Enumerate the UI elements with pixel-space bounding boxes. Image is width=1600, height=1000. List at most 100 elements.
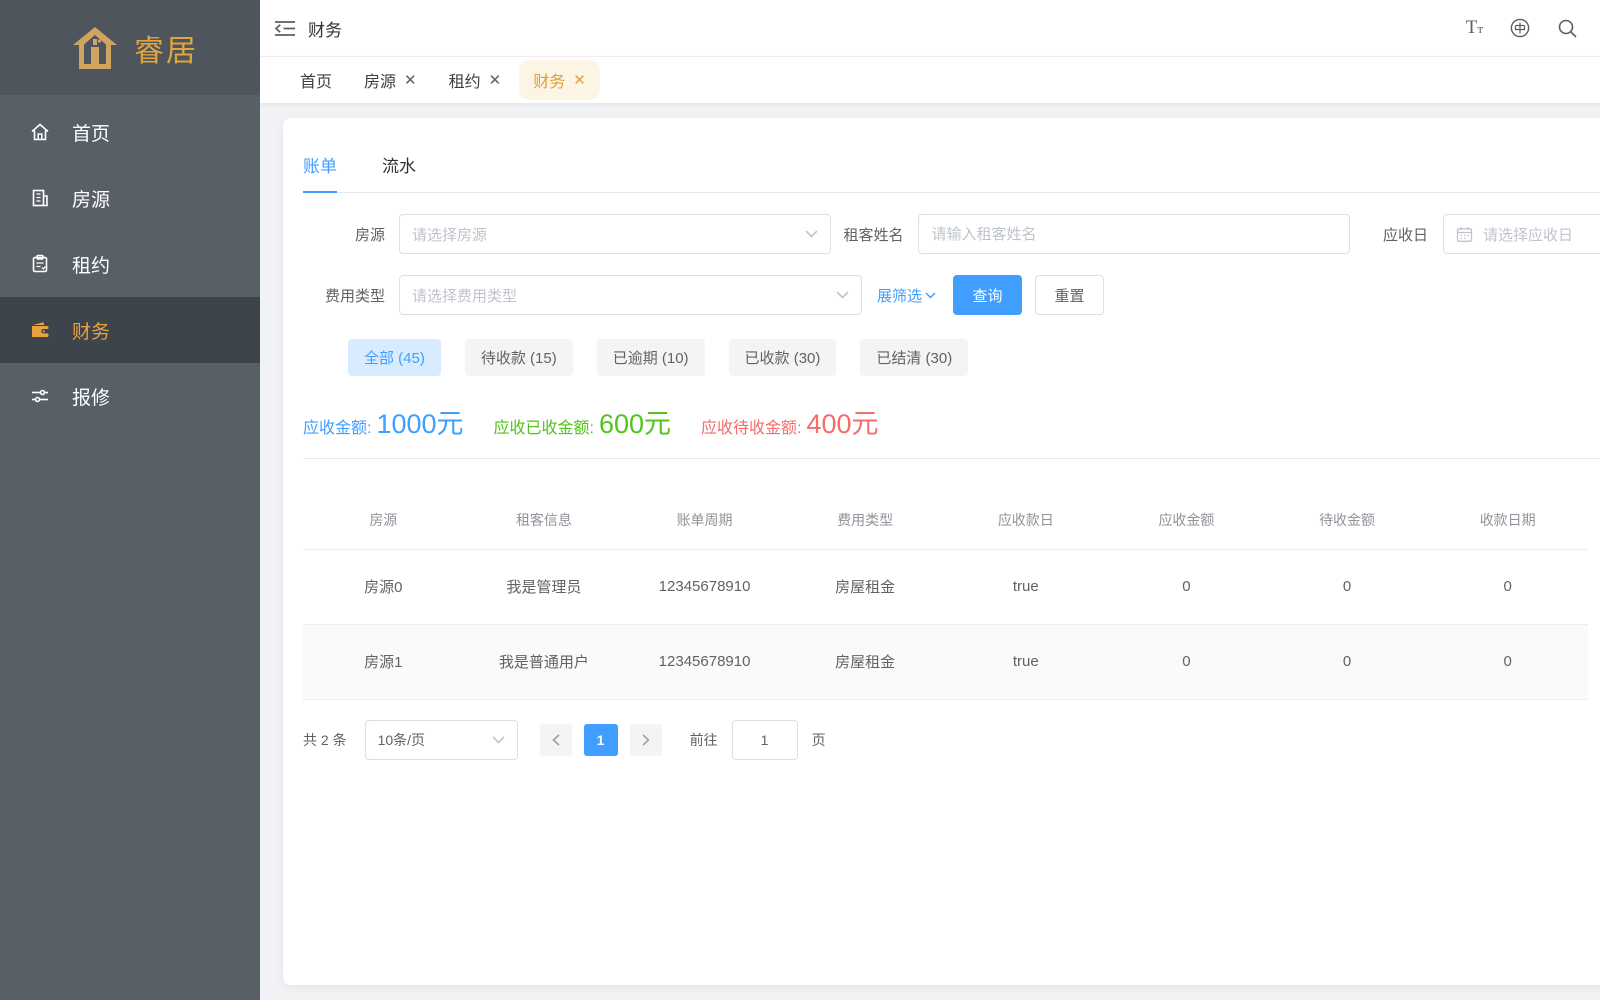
sidebar-item-leases[interactable]: 租约 (0, 231, 260, 297)
unreceived-total: 应收待收金额: 400元 (701, 402, 879, 441)
goto-page-input[interactable] (732, 720, 798, 760)
cell: 0 (1106, 624, 1267, 699)
chevron-down-icon (805, 230, 818, 238)
tab-finance[interactable]: 财务 ✕ (519, 60, 600, 100)
cell: 0 (1267, 624, 1428, 699)
close-icon[interactable]: ✕ (573, 73, 586, 88)
col-receipt-date: 收款日期 (1427, 491, 1588, 549)
sidebar-collapse-icon[interactable] (275, 20, 295, 37)
col-receivable-amount: 应收金额 (1106, 491, 1267, 549)
tab-label: 账单 (303, 157, 337, 176)
col-tenant-info: 租客信息 (464, 491, 625, 549)
prev-page-button[interactable] (540, 724, 572, 756)
expand-filters-link[interactable]: 展筛选 (877, 285, 936, 306)
table-row[interactable]: 房源1 我是普通用户 12345678910 房屋租金 true 0 0 0 (303, 624, 1588, 699)
pill-settled[interactable]: 已结清 (30) (860, 339, 968, 376)
chevron-down-icon (836, 291, 849, 299)
divider (303, 458, 1600, 459)
main-content-area: 账单 流水 房源 请选择房源 租客姓名 应收日 请选择应收日 (260, 105, 1600, 1000)
sidebar-item-home[interactable]: 首页 (0, 99, 260, 165)
next-page-button[interactable] (630, 724, 662, 756)
sidebar-item-repairs[interactable]: 报修 (0, 363, 260, 429)
cell: 房源1 (303, 624, 464, 699)
close-icon[interactable]: ✕ (404, 73, 417, 88)
tab-bills[interactable]: 账单 (303, 152, 337, 192)
pill-pending[interactable]: 待收款 (15) (465, 339, 573, 376)
goto-label: 前往 (690, 730, 718, 750)
summary-label: 应收已收金额: (494, 414, 594, 438)
summary-label: 应收待收金额: (701, 414, 801, 438)
col-property: 房源 (303, 491, 464, 549)
table-row[interactable]: 房源0 我是管理员 12345678910 房屋租金 true 0 0 0 (303, 549, 1588, 624)
sidebar-item-finance[interactable]: 财务 (0, 297, 260, 363)
sidebar-item-label: 报修 (72, 383, 110, 410)
date-placeholder: 请选择应收日 (1483, 224, 1573, 245)
search-button[interactable]: 查询 (953, 275, 1022, 315)
cell: 我是普通用户 (464, 624, 625, 699)
sidebar-item-label: 财务 (72, 317, 110, 344)
fee-type-select[interactable]: 请选择费用类型 (399, 275, 862, 315)
cell: 房屋租金 (785, 624, 946, 699)
building-icon (30, 188, 50, 208)
filter-row-1: 房源 请选择房源 租客姓名 应收日 请选择应收日 (303, 214, 1600, 254)
home-icon (30, 122, 50, 142)
due-date-picker[interactable]: 请选择应收日 (1443, 214, 1600, 254)
tab-label: 房源 (364, 68, 396, 92)
cell: 房源0 (303, 549, 464, 624)
tab-label: 财务 (533, 68, 565, 92)
cell: 12345678910 (624, 549, 785, 624)
tab-transactions[interactable]: 流水 (382, 152, 416, 192)
bills-table: 房源 租客信息 账单周期 费用类型 应收款日 应收金额 待收金额 收款日期 房源… (303, 491, 1588, 700)
sidebar-item-label: 首页 (72, 119, 110, 146)
received-total: 应收已收金额: 600元 (494, 402, 672, 441)
tab-leases[interactable]: 租约 ✕ (435, 60, 516, 100)
page-size-select[interactable]: 10条/页 (365, 720, 518, 760)
pill-received[interactable]: 已收款 (30) (729, 339, 837, 376)
pill-all[interactable]: 全部 (45) (348, 339, 441, 376)
sidebar-item-label: 租约 (72, 251, 110, 278)
due-date-filter-label: 应收日 (1383, 224, 1428, 245)
sidebar-menu: 首页 房源 租约 财务 (0, 95, 260, 429)
open-tabs-bar: 首页 房源 ✕ 租约 ✕ 财务 ✕ (260, 57, 1600, 104)
cell: true (946, 624, 1107, 699)
sidebar-item-label: 房源 (72, 185, 110, 212)
tab-label: 租约 (449, 68, 481, 92)
page-size-value: 10条/页 (378, 730, 425, 750)
fee-type-filter-label: 费用类型 (303, 285, 385, 306)
chevron-down-icon (925, 292, 936, 299)
filter-row-2: 费用类型 请选择费用类型 展筛选 查询 重置 (303, 275, 1600, 315)
wallet-icon (30, 320, 50, 340)
tab-label: 流水 (382, 157, 416, 176)
chevron-down-icon (492, 736, 505, 744)
sidebar-item-properties[interactable]: 房源 (0, 165, 260, 231)
property-select[interactable]: 请选择房源 (399, 214, 831, 254)
close-icon[interactable]: ✕ (489, 73, 502, 88)
repair-icon (30, 386, 50, 406)
property-filter-label: 房源 (303, 224, 385, 245)
sidebar: 睿居 首页 房源 租约 (0, 0, 260, 1000)
select-placeholder: 请选择费用类型 (412, 285, 517, 306)
brand-logo: 睿居 (0, 0, 260, 95)
amount-summary: 应收金额: 1000元 应收已收金额: 600元 应收待收金额: 400元 (303, 402, 1600, 441)
calendar-icon (1456, 226, 1473, 243)
search-icon[interactable] (1557, 18, 1578, 39)
chevron-left-icon (552, 734, 560, 746)
tab-home[interactable]: 首页 (286, 60, 346, 100)
cell: 0 (1106, 549, 1267, 624)
page-number-button[interactable]: 1 (584, 724, 618, 756)
house-logo-icon (70, 25, 120, 71)
col-fee-type: 费用类型 (785, 491, 946, 549)
reset-button[interactable]: 重置 (1035, 275, 1104, 315)
tenant-name-input[interactable] (931, 226, 1337, 243)
font-size-icon[interactable]: Tт (1466, 17, 1483, 39)
select-placeholder: 请选择房源 (412, 224, 487, 245)
pagination: 共 2 条 10条/页 1 前往 页 (303, 720, 1600, 760)
cell: 12345678910 (624, 624, 785, 699)
cell: 0 (1267, 549, 1428, 624)
pill-overdue[interactable]: 已逾期 (10) (597, 339, 705, 376)
brand-name: 睿居 (134, 26, 198, 70)
language-icon[interactable] (1509, 17, 1531, 39)
tab-properties[interactable]: 房源 ✕ (350, 60, 431, 100)
summary-value: 600元 (599, 402, 671, 441)
receivable-total: 应收金额: 1000元 (303, 402, 464, 441)
